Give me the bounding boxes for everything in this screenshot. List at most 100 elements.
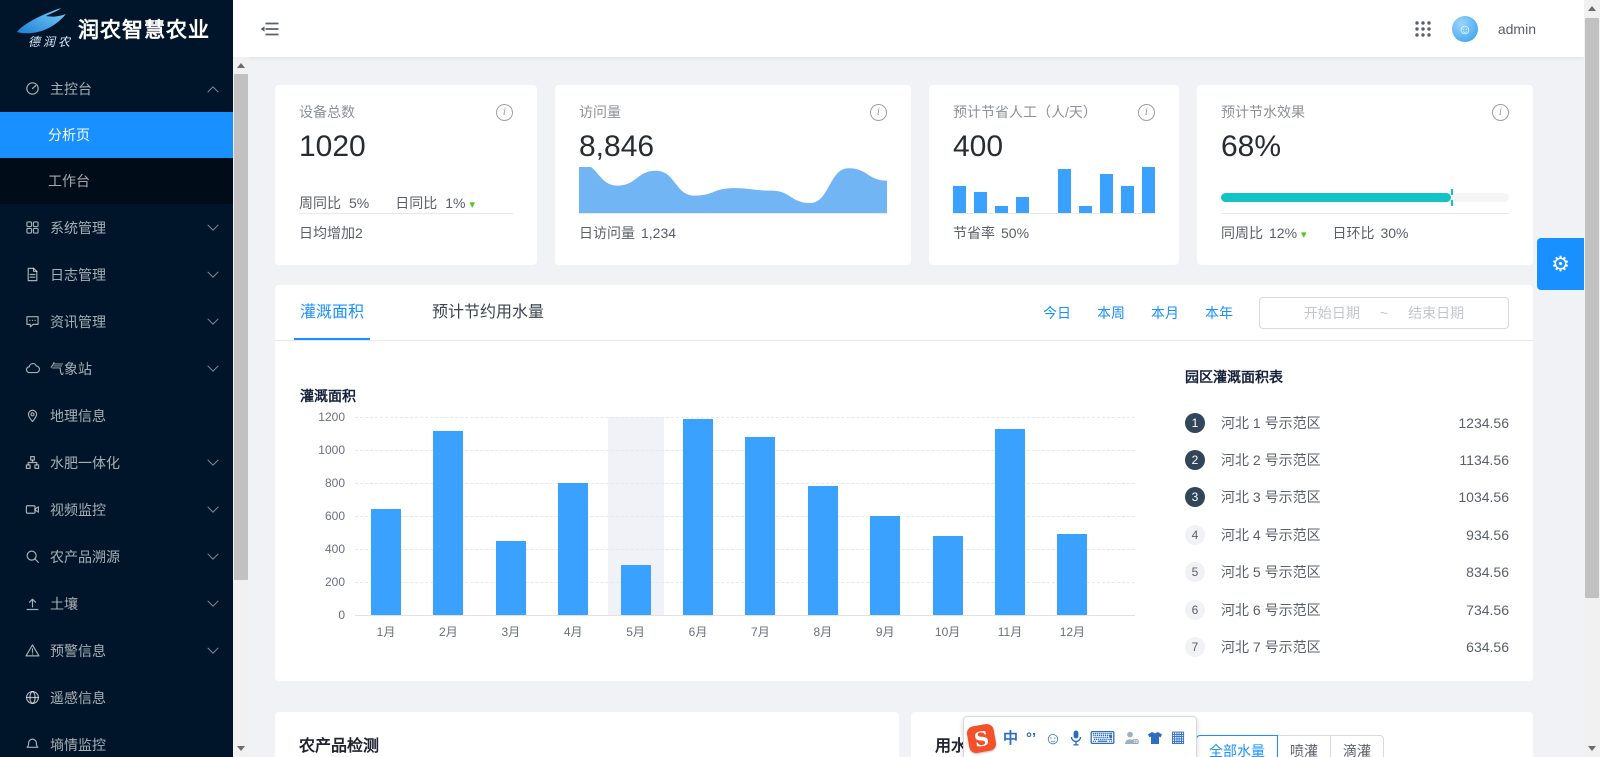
brand-logo[interactable]: 德润农 润农智慧农业 bbox=[0, 0, 233, 57]
x-axis-tick: 3月 bbox=[501, 623, 520, 640]
x-axis-tick: 1月 bbox=[377, 623, 396, 640]
info-icon[interactable]: i bbox=[1492, 104, 1509, 121]
water-filter-喷灌[interactable]: 喷灌 bbox=[1277, 735, 1331, 757]
globe-icon bbox=[24, 690, 40, 706]
rank-name: 河北 5 号示范区 bbox=[1221, 562, 1466, 582]
file-icon bbox=[24, 267, 40, 283]
sidebar-item-apps[interactable]: 系统管理 bbox=[0, 204, 233, 251]
ranking-row: 7 河北 7 号示范区 634.56 bbox=[1185, 628, 1509, 665]
sidebar-item-soil[interactable]: 土壤 bbox=[0, 580, 233, 627]
rank-value: 1234.56 bbox=[1458, 415, 1509, 431]
sidebar-item-warning[interactable]: 预警信息 bbox=[0, 627, 233, 674]
range-week[interactable]: 本周 bbox=[1097, 303, 1125, 323]
page-scrollbar[interactable] bbox=[1584, 0, 1600, 757]
avatar[interactable]: ☺ bbox=[1452, 16, 1478, 42]
irrigation-panel: 灌溉面积 预计节约用水量 今日 本周 本月 本年 开始日期 ~ 结束日期 灌溉面… bbox=[275, 285, 1533, 681]
sidebar-item-file[interactable]: 日志管理 bbox=[0, 251, 233, 298]
water-saving-progress bbox=[1221, 193, 1509, 202]
sidebar-item-message[interactable]: 资讯管理 bbox=[0, 298, 233, 345]
bell-icon bbox=[24, 737, 40, 753]
stat-card-title: 预计节水效果 bbox=[1221, 102, 1305, 122]
rank-value: 934.56 bbox=[1466, 527, 1509, 543]
sidebar-item-pin[interactable]: 地理信息 bbox=[0, 392, 233, 439]
ranking-list: 园区灌溉面积表 1 河北 1 号示范区 1234.562 河北 2 号示范区 1… bbox=[1185, 367, 1509, 666]
sidebar-item-search[interactable]: 农产品溯源 bbox=[0, 533, 233, 580]
progress-target-marker bbox=[1451, 189, 1453, 206]
water-filter-滴灌[interactable]: 滴灌 bbox=[1330, 735, 1384, 757]
sidebar-item-cluster[interactable]: 水肥一体化 bbox=[0, 439, 233, 486]
x-axis-tick: 10月 bbox=[935, 623, 960, 640]
tab-estimated-water-saved[interactable]: 预计节约用水量 bbox=[416, 285, 560, 340]
header: ☺ admin bbox=[233, 0, 1584, 57]
x-axis-tick: 12月 bbox=[1060, 623, 1085, 640]
tab-irrigation-area[interactable]: 灌溉面积 bbox=[284, 285, 380, 340]
sidebar-scrollbar[interactable] bbox=[233, 57, 249, 757]
ime-mic-icon[interactable] bbox=[1070, 730, 1082, 746]
range-month[interactable]: 本月 bbox=[1151, 303, 1179, 323]
info-icon[interactable]: i bbox=[1138, 104, 1155, 121]
ime-emoji-icon[interactable]: ☺ bbox=[1044, 730, 1061, 747]
sidebar-item-globe[interactable]: 遥感信息 bbox=[0, 674, 233, 721]
produce-inspection-panel: 农产品检测 bbox=[275, 712, 899, 757]
sidebar-scrollbar-thumb[interactable] bbox=[234, 74, 248, 580]
apps-grid-icon[interactable] bbox=[1414, 20, 1432, 38]
stat-card-footer: 日均增加2 bbox=[299, 213, 513, 249]
trend-down-icon: ▾ bbox=[1301, 229, 1307, 241]
ime-profile-icon[interactable]: 22 bbox=[1124, 731, 1139, 745]
sidebar-item-dashboard[interactable]: 主控台 bbox=[0, 65, 233, 112]
brand-swoosh-icon: 德润农 bbox=[14, 6, 76, 52]
ime-skin-icon[interactable] bbox=[1147, 731, 1163, 745]
range-year[interactable]: 本年 bbox=[1205, 303, 1233, 323]
ranking-row: 2 河北 2 号示范区 1134.56 bbox=[1185, 441, 1509, 478]
rank-badge: 1 bbox=[1185, 413, 1205, 433]
stat-card-title: 预计节省人工（人/天） bbox=[953, 102, 1097, 122]
menu-fold-icon[interactable] bbox=[260, 21, 280, 37]
sogou-logo-icon[interactable]: S bbox=[966, 722, 997, 753]
chevron-down-icon bbox=[207, 360, 218, 371]
chart-bar-7月 bbox=[745, 437, 775, 615]
y-axis-tick: 1000 bbox=[301, 443, 345, 457]
sidebar-item-cloud[interactable]: 气象站 bbox=[0, 345, 233, 392]
rank-name: 河北 4 号示范区 bbox=[1221, 525, 1466, 545]
sidebar-subitem-工作台[interactable]: 工作台 bbox=[0, 158, 233, 204]
sidebar-subitem-分析页[interactable]: 分析页 bbox=[0, 112, 233, 158]
scroll-down-icon[interactable] bbox=[1584, 740, 1600, 757]
y-axis-tick: 400 bbox=[301, 542, 345, 556]
x-axis-tick: 5月 bbox=[626, 623, 645, 640]
mini-bar bbox=[953, 186, 966, 213]
stat-card-value: 400 bbox=[953, 127, 1155, 167]
sidebar-item-video[interactable]: 视频监控 bbox=[0, 486, 233, 533]
trend-row: 周同比5% 日同比1%▾ bbox=[299, 193, 513, 213]
rank-value: 834.56 bbox=[1466, 564, 1509, 580]
username[interactable]: admin bbox=[1498, 21, 1536, 37]
ime-punctuation-icon[interactable]: °’ bbox=[1026, 731, 1036, 746]
ime-keyboard-icon[interactable]: ⌨ bbox=[1090, 729, 1116, 747]
sidebar-item-bell[interactable]: 墒情监控 bbox=[0, 721, 233, 757]
date-range-picker[interactable]: 开始日期 ~ 结束日期 bbox=[1259, 297, 1509, 329]
info-icon[interactable]: i bbox=[870, 104, 887, 121]
chart-bar-1月 bbox=[371, 509, 401, 615]
page-scrollbar-thumb[interactable] bbox=[1585, 18, 1599, 598]
settings-drawer-button[interactable]: ⚙ bbox=[1537, 238, 1584, 290]
ranking-title: 园区灌溉面积表 bbox=[1185, 367, 1509, 387]
ime-toolbox-icon[interactable]: ▦ bbox=[1171, 730, 1186, 746]
scroll-up-icon[interactable] bbox=[1584, 0, 1600, 17]
ime-chinese-mode-icon[interactable]: 中 bbox=[1003, 731, 1018, 746]
sidebar: 德润农 润农智慧农业 主控台分析页工作台系统管理日志管理资讯管理气象站地理信息水… bbox=[0, 0, 233, 757]
scroll-down-icon[interactable] bbox=[233, 740, 249, 757]
trend-down-icon: ▾ bbox=[469, 199, 475, 211]
info-icon[interactable]: i bbox=[496, 104, 513, 121]
stat-card-labor: 预计节省人工（人/天） i 400 节省率50% bbox=[929, 85, 1179, 265]
chart-bar-3月 bbox=[496, 541, 526, 615]
video-icon bbox=[24, 502, 40, 518]
range-today[interactable]: 今日 bbox=[1043, 303, 1071, 323]
ime-toolbar[interactable]: S 中 °’ ☺ ⌨ 22 ▦ bbox=[963, 716, 1197, 757]
water-filter-全部水量[interactable]: 全部水量 bbox=[1196, 735, 1278, 757]
ranking-row: 4 河北 4 号示范区 934.56 bbox=[1185, 516, 1509, 553]
scroll-up-icon[interactable] bbox=[233, 57, 249, 74]
chevron-down-icon bbox=[207, 266, 218, 277]
chart-bar-4月 bbox=[558, 483, 588, 615]
mini-bar bbox=[974, 192, 987, 213]
search-icon bbox=[24, 549, 40, 565]
chart-bar-2月 bbox=[433, 431, 463, 615]
